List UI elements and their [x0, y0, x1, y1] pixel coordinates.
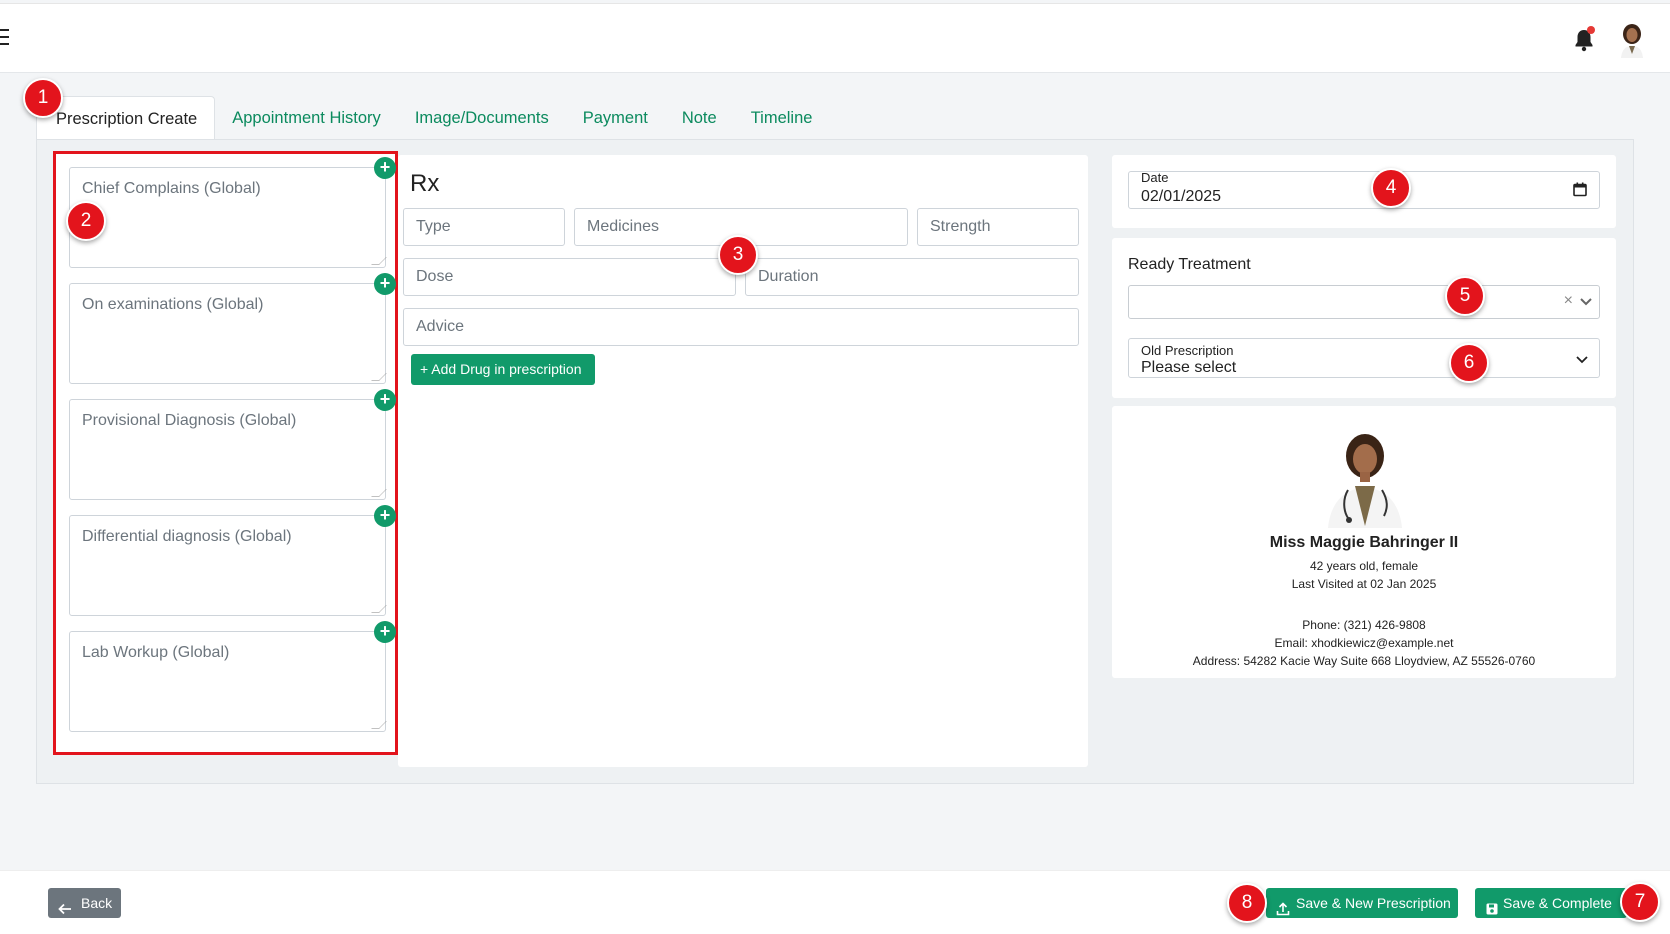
footer-bar: Back Save & New Prescription Save & Comp…: [0, 870, 1670, 934]
patient-age-gender: 42 years old, female: [1309, 559, 1419, 573]
callout-6: 6: [1449, 343, 1489, 383]
strength-input[interactable]: Strength: [917, 208, 1079, 246]
lab-workup-placeholder: Lab Workup (Global): [82, 644, 230, 661]
save-complete-button[interactable]: Save & Complete: [1475, 888, 1627, 918]
tab-appointment-history[interactable]: Appointment History: [215, 96, 398, 140]
resize-handle-icon[interactable]: [371, 257, 387, 265]
old-prescription-value: Please select: [1141, 359, 1237, 376]
differential-diagnosis-wrapper: Differential diagnosis (Global) +: [69, 505, 396, 616]
callout-2: 2: [66, 201, 106, 241]
date-value: 02/01/2025: [1141, 188, 1222, 205]
treatment-card: Ready Treatment × Old Prescription Pleas…: [1112, 238, 1616, 398]
ready-treatment-select[interactable]: ×: [1128, 285, 1600, 319]
chevron-down-icon[interactable]: [1579, 294, 1593, 308]
floppy-disk-icon: [1485, 896, 1499, 915]
clinical-notes-column: Chief Complains (Global) + On examinatio…: [53, 151, 398, 755]
patient-photo: [1322, 428, 1408, 528]
provisional-diagnosis-wrapper: Provisional Diagnosis (Global) +: [69, 389, 396, 500]
on-examinations-textarea[interactable]: On examinations (Global): [69, 283, 387, 384]
save-complete-label: Save & Complete: [1503, 895, 1612, 911]
save-new-prescription-button[interactable]: Save & New Prescription: [1266, 888, 1458, 918]
back-button[interactable]: Back: [48, 888, 121, 918]
tab-note[interactable]: Note: [665, 96, 734, 140]
resize-handle-icon[interactable]: [371, 605, 387, 613]
dose-input[interactable]: Dose: [403, 258, 736, 296]
patient-name: Miss Maggie Bahringer II: [1269, 534, 1459, 551]
callout-7: 7: [1620, 882, 1660, 922]
callout-5: 5: [1445, 276, 1485, 316]
resize-handle-icon[interactable]: [371, 373, 387, 381]
tab-image-documents[interactable]: Image/Documents: [398, 96, 566, 140]
resize-handle-icon[interactable]: [371, 489, 387, 497]
chief-complains-wrapper: Chief Complains (Global) +: [69, 157, 396, 268]
date-card: Date 02/01/2025: [1112, 155, 1616, 228]
user-avatar[interactable]: [1616, 22, 1648, 58]
save-new-label: Save & New Prescription: [1296, 895, 1451, 911]
notification-dot: [1587, 26, 1595, 34]
add-lab-workup-button[interactable]: +: [374, 621, 396, 643]
clear-icon[interactable]: ×: [1564, 292, 1573, 310]
calendar-icon[interactable]: [1573, 182, 1587, 197]
upload-icon: [1276, 896, 1290, 916]
date-label: Date: [1141, 170, 1169, 185]
notification-bell-icon[interactable]: [1573, 26, 1595, 52]
tab-bar: Prescription Create Appointment History …: [36, 96, 829, 140]
differential-diagnosis-textarea[interactable]: Differential diagnosis (Global): [69, 515, 387, 616]
add-drug-button[interactable]: + Add Drug in prescription: [411, 354, 595, 385]
rx-title: Rx: [410, 170, 440, 197]
menu-toggle-icon[interactable]: [0, 29, 10, 47]
add-chief-complains-button[interactable]: +: [374, 157, 396, 179]
provisional-diagnosis-placeholder: Provisional Diagnosis (Global): [82, 412, 297, 429]
add-on-examinations-button[interactable]: +: [374, 273, 396, 295]
callout-4: 4: [1371, 168, 1411, 208]
lab-workup-textarea[interactable]: Lab Workup (Global): [69, 631, 387, 732]
old-prescription-select[interactable]: Old Prescription Please select: [1128, 338, 1600, 378]
tab-prescription-create[interactable]: Prescription Create: [36, 96, 216, 140]
top-navbar: [0, 3, 1670, 73]
callout-3: 3: [718, 235, 758, 275]
chevron-down-icon[interactable]: [1575, 353, 1589, 365]
on-examinations-wrapper: On examinations (Global) +: [69, 273, 396, 384]
lab-workup-wrapper: Lab Workup (Global) +: [69, 621, 396, 732]
chief-complains-placeholder: Chief Complains (Global): [82, 180, 261, 197]
duration-input[interactable]: Duration: [745, 258, 1079, 296]
tab-payment[interactable]: Payment: [566, 96, 665, 140]
arrow-left-icon: [58, 896, 72, 915]
provisional-diagnosis-textarea[interactable]: Provisional Diagnosis (Global): [69, 399, 387, 500]
old-prescription-label: Old Prescription: [1141, 343, 1234, 358]
type-input[interactable]: Type: [403, 208, 565, 246]
add-provisional-diagnosis-button[interactable]: +: [374, 389, 396, 411]
tab-timeline[interactable]: Timeline: [734, 96, 830, 140]
patient-profile-card: Miss Maggie Bahringer II 42 years old, f…: [1112, 406, 1616, 678]
ready-treatment-label: Ready Treatment: [1128, 256, 1251, 273]
back-label: Back: [81, 895, 113, 911]
on-examinations-placeholder: On examinations (Global): [82, 296, 264, 313]
patient-last-visit: Last Visited at 02 Jan 2025: [1291, 577, 1437, 591]
patient-email: Email: xhodkiewicz@example.net: [1274, 636, 1454, 650]
patient-address: Address: 54282 Kacie Way Suite 668 Lloyd…: [1192, 654, 1536, 668]
advice-input[interactable]: Advice: [403, 308, 1079, 346]
callout-8: 8: [1227, 883, 1267, 923]
resize-handle-icon[interactable]: [371, 721, 387, 729]
add-differential-diagnosis-button[interactable]: +: [374, 505, 396, 527]
patient-phone: Phone: (321) 426-9808: [1302, 618, 1426, 632]
differential-diagnosis-placeholder: Differential diagnosis (Global): [82, 528, 292, 545]
date-input[interactable]: Date 02/01/2025: [1128, 170, 1600, 209]
callout-1: 1: [23, 78, 63, 118]
chief-complains-textarea[interactable]: Chief Complains (Global): [69, 167, 387, 268]
